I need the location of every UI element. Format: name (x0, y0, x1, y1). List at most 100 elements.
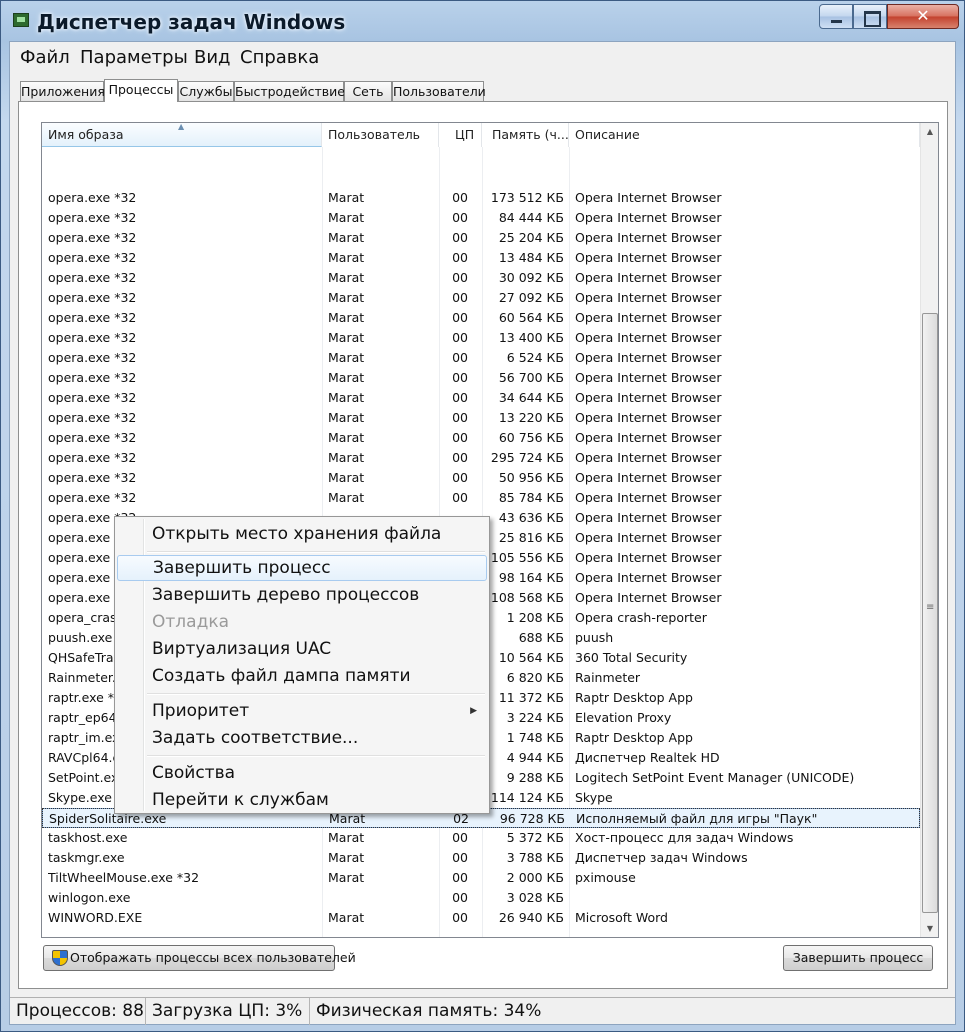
cell-memory: 26 940 КБ (498, 910, 564, 925)
cell-cpu: 00 (452, 890, 468, 905)
cell-memory: 10 564 КБ (498, 650, 564, 665)
table-row[interactable]: taskmgr.exe Marat 00 3 788 КБ Диспетчер зада… (42, 848, 920, 868)
table-row[interactable]: winlogon.exe 00 3 028 КБ (42, 888, 920, 908)
cell-description: Opera Internet Browser (575, 370, 722, 385)
status-processes: Процессов: 88 (10, 998, 146, 1025)
menu-view[interactable]: Вид (194, 47, 231, 68)
column-header-name[interactable]: ▲ Имя образа (42, 123, 322, 147)
window-title: Диспетчер задач Windows (37, 10, 346, 34)
cell-cpu: 00 (452, 270, 468, 285)
table-row[interactable]: opera.exe *32 Marat 00 13 484 КБ Opera Inter… (42, 248, 920, 268)
cell-description: Исполняемый файл для игры "Паук" (576, 811, 818, 826)
column-header-description[interactable]: Описание (569, 123, 920, 147)
ctx-end-process-tree[interactable]: Завершить дерево процессов (117, 582, 487, 608)
ctx-create-dump-file[interactable]: Создать файл дампа памяти (117, 663, 487, 689)
tab-network[interactable]: Сеть (344, 81, 392, 101)
ctx-open-file-location[interactable]: Открыть место хранения файла (117, 521, 487, 547)
end-process-button[interactable]: Завершить процесс (783, 945, 933, 971)
cell-description: Opera Internet Browser (575, 530, 722, 545)
table-row[interactable]: opera.exe *32 Marat 00 34 644 КБ Opera Inter… (42, 388, 920, 408)
close-button[interactable]: ✕ (887, 4, 959, 29)
cell-memory: 13 484 КБ (498, 250, 564, 265)
scroll-up-icon[interactable]: ▲ (921, 123, 938, 140)
cell-user: Marat (328, 330, 365, 345)
cell-user: Marat (328, 830, 365, 845)
cell-description: Opera Internet Browser (575, 390, 722, 405)
ctx-set-affinity[interactable]: Задать соответствие... (117, 725, 487, 751)
title-bar[interactable]: Диспетчер задач Windows ✕ (1, 1, 964, 41)
table-row[interactable]: opera.exe *32 Marat 00 56 700 КБ Opera Inter… (42, 368, 920, 388)
cell-user: Marat (328, 410, 365, 425)
cell-description: Elevation Proxy (575, 710, 672, 725)
ctx-debug: Отладка (152, 612, 230, 632)
table-row[interactable]: opera.exe *32 Marat 00 13 400 КБ Opera Inter… (42, 328, 920, 348)
ctx-properties[interactable]: Свойства (117, 760, 487, 786)
table-row[interactable]: opera.exe *32 Marat 00 85 784 КБ Opera Inter… (42, 488, 920, 508)
column-header-memory[interactable]: Память (ч... (482, 123, 569, 147)
maximize-button[interactable] (853, 4, 887, 29)
table-row[interactable]: opera.exe *32 Marat 00 27 092 КБ Opera Inter… (42, 288, 920, 308)
table-row[interactable]: opera.exe *32 Marat 00 30 092 КБ Opera Inter… (42, 268, 920, 288)
menu-file[interactable]: Файл (20, 47, 70, 68)
tab-applications[interactable]: Приложения (20, 81, 105, 101)
minimize-button[interactable] (819, 4, 853, 29)
cell-description: Opera Internet Browser (575, 270, 722, 285)
cell-user: Marat (328, 350, 365, 365)
cell-description: Opera Internet Browser (575, 570, 722, 585)
scrollbar-thumb[interactable]: ≡ (922, 313, 938, 913)
tab-users[interactable]: Пользователи (392, 81, 486, 101)
ctx-end-process[interactable]: Завершить процесс (117, 555, 487, 581)
cell-memory: 9 288 КБ (506, 770, 564, 785)
menu-help[interactable]: Справка (240, 47, 319, 68)
cell-cpu: 00 (452, 410, 468, 425)
scroll-down-icon[interactable]: ▼ (921, 920, 938, 937)
table-row[interactable]: taskhost.exe Marat 00 5 372 КБ Хост-процесс … (42, 828, 920, 848)
cell-user: Marat (328, 490, 365, 505)
cell-image-name: WINWORD.EXE (48, 910, 143, 925)
cell-memory: 295 724 КБ (490, 450, 564, 465)
cell-cpu: 00 (452, 430, 468, 445)
cell-description: Skype (575, 790, 613, 805)
cell-memory: 3 224 КБ (506, 710, 564, 725)
tab-processes[interactable]: Процессы (104, 79, 178, 102)
table-row[interactable]: opera.exe *32 Marat 00 50 956 КБ Opera Inter… (42, 468, 920, 488)
tab-services[interactable]: Службы (178, 81, 234, 101)
table-row[interactable]: WINWORD.EXE Marat 00 26 940 КБ Microsoft Wor… (42, 908, 920, 928)
table-row[interactable]: opera.exe *32 Marat 00 295 724 КБ Opera Inte… (42, 448, 920, 468)
cell-description: Microsoft Word (575, 910, 668, 925)
table-row[interactable]: opera.exe *32 Marat 00 6 524 КБ Opera Intern… (42, 348, 920, 368)
cell-memory: 43 636 КБ (498, 510, 564, 525)
table-row[interactable]: opera.exe *32 Marat 00 13 220 КБ Opera Inter… (42, 408, 920, 428)
sort-ascending-icon: ▲ (178, 123, 185, 131)
show-all-users-button[interactable]: Отображать процессы всех пользователей (43, 945, 356, 971)
table-row[interactable]: opera.exe *32 Marat 00 60 564 КБ Opera Inter… (42, 308, 920, 328)
cell-memory: 85 784 КБ (498, 490, 564, 505)
cell-memory: 50 956 КБ (498, 470, 564, 485)
table-row[interactable]: opera.exe *32 Marat 00 173 512 КБ Opera Inte… (42, 188, 920, 208)
cell-memory: 1 748 КБ (506, 730, 564, 745)
cell-cpu: 00 (452, 210, 468, 225)
cell-memory: 60 756 КБ (498, 430, 564, 445)
cell-memory: 6 524 КБ (506, 350, 564, 365)
cell-image-name: taskhost.exe (48, 830, 128, 845)
ctx-priority[interactable]: Приоритет ▶ (117, 698, 487, 724)
cell-cpu: 00 (452, 830, 468, 845)
ctx-go-to-services[interactable]: Перейти к службам (117, 787, 487, 813)
status-bar: Процессов: 88 Загрузка ЦП: 3% Физическая… (10, 997, 955, 1025)
column-header-cpu[interactable]: ЦП (439, 123, 482, 147)
cell-description: 360 Total Security (575, 650, 688, 665)
table-row[interactable]: opera.exe *32 Marat 00 60 756 КБ Opera Inter… (42, 428, 920, 448)
table-row[interactable]: opera.exe *32 Marat 00 84 444 КБ Opera Inter… (42, 208, 920, 228)
table-row[interactable]: opera.exe *32 Marat 00 25 204 КБ Opera Inter… (42, 228, 920, 248)
vertical-scrollbar[interactable]: ▲ ≡ ▼ (920, 123, 938, 937)
column-header-user[interactable]: Пользователь (322, 123, 439, 147)
menu-options[interactable]: Параметры (80, 47, 188, 68)
tab-performance[interactable]: Быстродействие (234, 81, 345, 101)
cell-memory: 108 568 КБ (490, 590, 564, 605)
cell-memory: 2 000 КБ (506, 870, 564, 885)
table-row[interactable]: TiltWheelMouse.exe *32 Marat 00 2 000 КБ pxi… (42, 868, 920, 888)
cell-memory: 3 028 КБ (506, 890, 564, 905)
uac-shield-icon (52, 950, 68, 966)
cell-memory: 34 644 КБ (498, 390, 564, 405)
ctx-uac-virtualization[interactable]: Виртуализация UAC (117, 636, 487, 662)
